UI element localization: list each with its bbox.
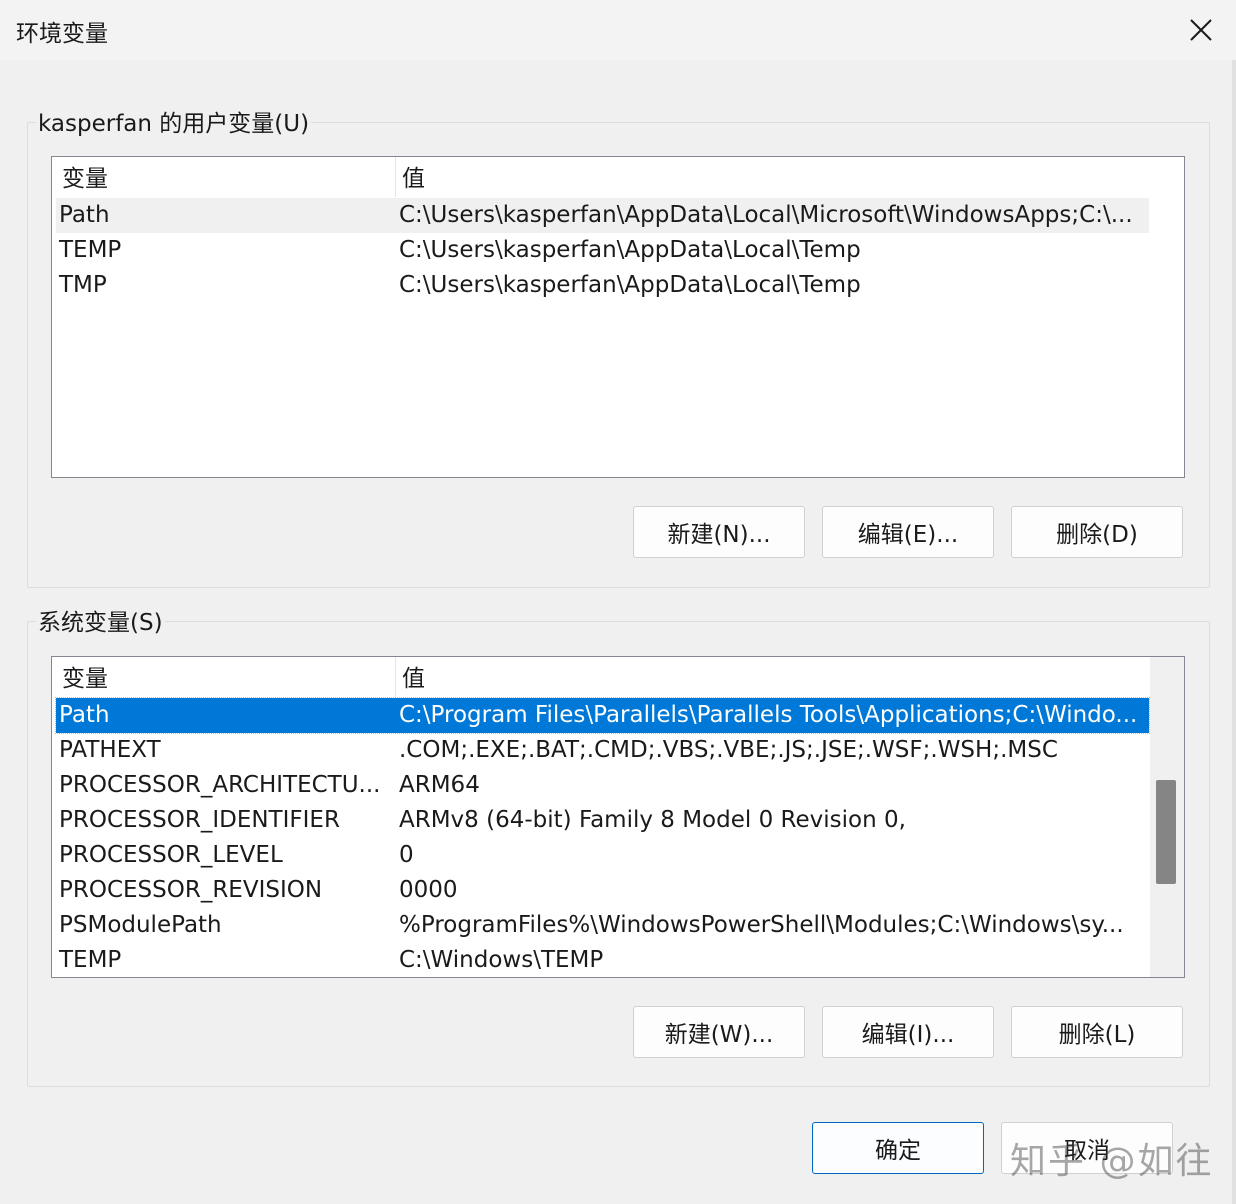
variable-value: C:\Users\kasperfan\AppData\Local\Microso… <box>399 202 1133 228</box>
variable-name: TEMP <box>59 947 122 973</box>
window-title: 环境变量 <box>16 21 108 47</box>
variable-value: 0 <box>399 842 414 868</box>
table-row[interactable]: TMP C:\Users\kasperfan\AppData\Local\Tem… <box>56 268 1149 303</box>
variable-name: PROCESSOR_LEVEL <box>59 842 283 868</box>
user-variables-label: kasperfan 的用户变量(U) <box>36 104 312 138</box>
column-header-value[interactable]: 值 <box>396 657 1153 697</box>
variable-value: ARMv8 (64-bit) Family 8 Model 0 Revision… <box>399 807 906 833</box>
close-icon <box>1190 19 1212 41</box>
variable-name: PSModulePath <box>59 912 222 938</box>
variable-value: C:\Program Files\Parallels\Parallels Too… <box>399 702 1138 728</box>
user-edit-button[interactable]: 编辑(E)... <box>822 506 994 558</box>
user-delete-button[interactable]: 删除(D) <box>1011 506 1183 558</box>
variable-name: PROCESSOR_IDENTIFIER <box>59 807 340 833</box>
variable-name: PATHEXT <box>59 737 161 763</box>
variable-name: TEMP <box>59 237 122 263</box>
table-row[interactable]: Path C:\Users\kasperfan\AppData\Local\Mi… <box>56 198 1149 233</box>
user-new-button[interactable]: 新建(N)... <box>633 506 805 558</box>
window-edge <box>1232 60 1236 1204</box>
list-header: 变量 值 <box>56 157 1153 197</box>
ok-button[interactable]: 确定 <box>812 1122 984 1174</box>
system-delete-button[interactable]: 删除(L) <box>1011 1006 1183 1058</box>
scrollbar-thumb[interactable] <box>1156 780 1176 884</box>
table-row[interactable]: TEMP C:\Users\kasperfan\AppData\Local\Te… <box>56 233 1149 268</box>
variable-value: %ProgramFiles%\WindowsPowerShell\Modules… <box>399 912 1124 938</box>
system-new-button[interactable]: 新建(W)... <box>633 1006 805 1058</box>
variable-name: PROCESSOR_REVISION <box>59 877 323 903</box>
variable-value: C:\Users\kasperfan\AppData\Local\Temp <box>399 237 861 263</box>
variable-value: .COM;.EXE;.BAT;.CMD;.VBS;.VBE;.JS;.JSE;.… <box>399 737 1058 763</box>
table-row-selected[interactable]: Path C:\Program Files\Parallels\Parallel… <box>55 697 1150 734</box>
title-bar: 环境变量 <box>0 0 1236 60</box>
close-button[interactable] <box>1166 0 1236 60</box>
table-row[interactable]: PSModulePath %ProgramFiles%\WindowsPower… <box>56 908 1149 943</box>
vertical-scrollbar[interactable] <box>1150 657 1184 977</box>
column-header-variable[interactable]: 变量 <box>56 157 396 197</box>
variable-value: ARM64 <box>399 772 480 798</box>
system-variables-list[interactable]: 变量 值 Path C:\Program Files\Parallels\Par… <box>51 656 1185 978</box>
table-row[interactable]: TEMP C:\Windows\TEMP <box>56 943 1149 977</box>
column-header-value[interactable]: 值 <box>396 157 1153 197</box>
table-row[interactable]: PROCESSOR_IDENTIFIER ARMv8 (64-bit) Fami… <box>56 803 1149 838</box>
variable-name: Path <box>59 702 110 728</box>
table-row[interactable]: PROCESSOR_LEVEL 0 <box>56 838 1149 873</box>
variable-value: C:\Users\kasperfan\AppData\Local\Temp <box>399 272 861 298</box>
variable-name: TMP <box>59 272 107 298</box>
list-header: 变量 值 <box>56 657 1153 697</box>
variable-name: PROCESSOR_ARCHITECTU... <box>59 772 381 798</box>
cancel-button[interactable]: 取消 <box>1001 1122 1173 1174</box>
user-variables-list[interactable]: 变量 值 Path C:\Users\kasperfan\AppData\Loc… <box>51 156 1185 478</box>
variable-value: 0000 <box>399 877 458 903</box>
system-edit-button[interactable]: 编辑(I)... <box>822 1006 994 1058</box>
table-row[interactable]: PATHEXT .COM;.EXE;.BAT;.CMD;.VBS;.VBE;.J… <box>56 733 1149 768</box>
table-row[interactable]: PROCESSOR_ARCHITECTU... ARM64 <box>56 768 1149 803</box>
variable-value: C:\Windows\TEMP <box>399 947 604 973</box>
system-variables-label: 系统变量(S) <box>36 603 165 637</box>
variable-name: Path <box>59 202 110 228</box>
table-row[interactable]: PROCESSOR_REVISION 0000 <box>56 873 1149 908</box>
column-header-variable[interactable]: 变量 <box>56 657 396 697</box>
